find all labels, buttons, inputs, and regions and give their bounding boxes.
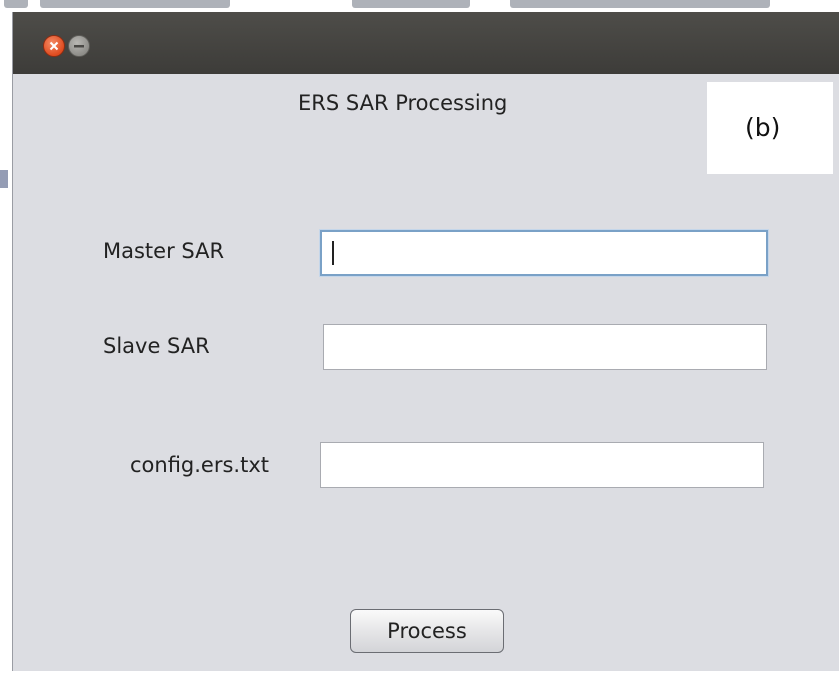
close-icon [49, 41, 59, 51]
master-sar-label: Master SAR [103, 239, 225, 263]
config-file-label: config.ers.txt [130, 453, 270, 477]
process-button[interactable]: Process [350, 609, 504, 653]
content-panel: ERS SAR Processing (b) Master SAR Slave … [13, 74, 839, 671]
app-window: ERS SAR Processing (b) Master SAR Slave … [12, 12, 839, 671]
close-button[interactable] [43, 35, 65, 57]
background-text-fragment [40, 0, 230, 8]
background-left-edge [0, 12, 12, 672]
background-strip [0, 0, 839, 12]
background-text-fragment [0, 170, 8, 188]
slave-sar-input[interactable] [323, 324, 767, 370]
master-sar-input[interactable] [320, 230, 768, 276]
config-file-input[interactable] [320, 442, 764, 488]
background-text-fragment [510, 0, 770, 8]
background-text-fragment [4, 0, 28, 8]
page-title: ERS SAR Processing [298, 91, 508, 115]
slave-sar-label: Slave SAR [103, 334, 210, 358]
minimize-button[interactable] [68, 35, 90, 57]
text-caret [332, 241, 334, 265]
minimize-icon [74, 45, 84, 48]
background-text-fragment [352, 0, 470, 8]
figure-panel-label-box: (b) [707, 82, 833, 174]
figure-panel-label: (b) [745, 113, 781, 142]
title-bar[interactable] [13, 12, 839, 74]
